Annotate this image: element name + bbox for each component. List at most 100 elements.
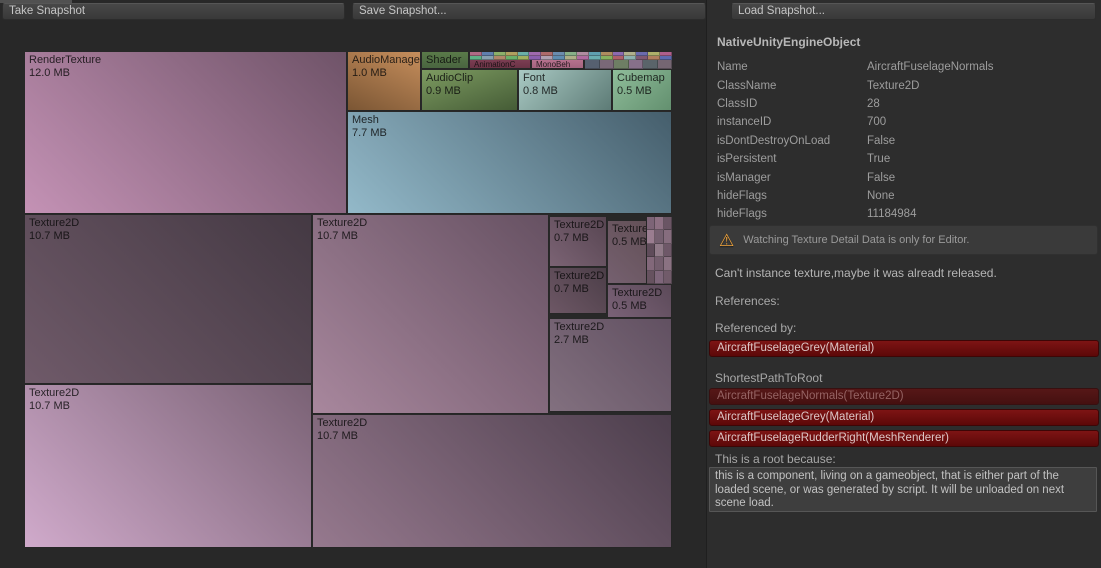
property-value: 28 [867,97,880,110]
treemap-mosaic-cell[interactable] [614,60,629,69]
treemap-mosaic-cell[interactable] [663,257,672,271]
take-snapshot-button[interactable]: Take Snapshot [2,3,345,20]
treemap-mosaic-cell[interactable] [541,56,554,60]
warning-icon: ⚠ [719,230,735,250]
property-row: hideFlags None [717,187,1093,205]
property-row: isDontDestroyOnLoad False [717,132,1093,150]
treemap-block-size: 7.7 MB [352,127,387,139]
treemap-block-label: Font [523,72,546,84]
property-key: hideFlags [717,189,767,202]
treemap-mosaic-cell[interactable] [517,56,530,60]
property-key: isDontDestroyOnLoad [717,134,831,147]
inspector-panel: NativeUnityEngineObject Name AircraftFuse… [706,0,1101,568]
treemap-mosaic-cell[interactable] [481,56,494,60]
property-value: AircraftFuselageNormals [867,61,994,74]
treemap-mosaic-cell[interactable] [529,56,542,60]
treemap-mosaic-cell[interactable] [655,230,664,244]
property-row: ClassID 28 [717,95,1093,113]
treemap-mosaic-cell[interactable] [470,56,482,60]
treemap-block-size: 2.7 MB [554,334,589,346]
treemap-block-size: 10.7 MB [29,400,70,412]
treemap-block-label: Mesh [352,114,379,126]
treemap-mosaic-cell[interactable] [655,217,664,231]
treemap-mosaic-cell[interactable] [647,230,656,244]
property-key: hideFlags [717,208,767,221]
treemap-block-cubemap[interactable]: Cubemap 0.5 MB [613,70,672,111]
load-snapshot-button[interactable]: Load Snapshot... [731,3,1096,20]
treemap-mosaic-cell[interactable] [647,257,656,271]
treemap-block-rendertexture[interactable]: RenderTexture 12.0 MB [25,52,347,214]
treemap-block-texture2d-3[interactable]: Texture2D 10.7 MB [25,385,312,548]
treemap-block-audiomanager[interactable]: AudioManager 1.0 MB [348,52,421,111]
treemap-block-mesh[interactable]: Mesh 7.7 MB [348,112,672,214]
treemap-mosaic-cell[interactable] [663,230,672,244]
treemap-block-label: AnimationC [474,60,516,69]
treemap-mosaic-cell[interactable] [663,217,672,231]
treemap-mosaic-cell[interactable] [657,60,672,69]
treemap-block-label: RenderTexture [29,54,102,66]
referenced-by-list: AircraftFuselageGrey(Material) [709,340,1099,361]
reference-bar[interactable]: AircraftFuselageGrey(Material) [709,340,1099,357]
treemap-mosaic-cell[interactable] [647,243,656,258]
treemap-mosaic-cell[interactable] [647,217,656,231]
treemap-block-label: Texture2D [29,387,80,399]
property-table: Name AircraftFuselageNormals ClassName Text… [717,58,1093,224]
treemap-block-monobehaviour[interactable]: MonoBeh [532,60,584,69]
treemap-block-texture2d-07a[interactable]: Texture2D 0.7 MB [550,217,607,267]
treemap-block-font[interactable]: Font 0.8 MB [519,70,612,111]
property-row: Name AircraftFuselageNormals [717,58,1093,76]
treemap-block-animationclip[interactable]: AnimationC [470,60,531,69]
treemap-block-texture2d-05a[interactable]: Texture2D0.5 MB [608,221,647,284]
treemap-block-label: Texture2D [317,217,368,229]
save-snapshot-button[interactable]: Save Snapshot... [352,3,706,20]
property-value: False [867,134,896,147]
treemap-block-texture2d-4[interactable]: Texture2D 10.7 MB [313,415,672,548]
treemap-block-label: Texture2D [554,270,605,282]
property-value: True [867,153,891,166]
treemap-block-texture2d-27[interactable]: Texture2D 2.7 MB [550,319,672,412]
treemap-mosaic-cell[interactable] [647,270,656,284]
treemap-block-shader[interactable]: Shader [422,52,469,69]
treemap-block-size: 0.5 MB [612,300,647,312]
warning-text: Watching Texture Detail Data is only for… [743,234,970,246]
treemap-mosaic-cell[interactable] [628,60,643,69]
references-label: References: [715,294,780,308]
property-value: 700 [867,116,887,129]
memory-treemap: RenderTexture 12.0 MB AudioManager 1.0 MB Sh… [25,52,672,548]
treemap-mosaic-top-strip[interactable] [470,52,672,60]
property-value: 11184984 [867,208,917,221]
treemap-mosaic-cell[interactable] [663,243,672,258]
treemap-block-label: Shader [426,54,462,66]
treemap-mosaic-cell[interactable] [493,56,506,60]
treemap-mosaic-cell[interactable] [655,243,664,258]
treemap-block-label: Texture2D [29,217,80,229]
property-key: instanceID [717,116,772,129]
treemap-mosaic-cell[interactable] [585,60,600,69]
treemap-block-label: Texture2D [554,321,605,333]
treemap-mosaic-cell[interactable] [655,257,664,271]
treemap-mosaic-cell[interactable] [655,270,664,284]
treemap-mosaic-right-column[interactable] [647,217,672,284]
treemap-block-size: 10.7 MB [317,430,358,442]
treemap-block-texture2d-2[interactable]: Texture2D 10.7 MB [313,215,549,414]
treemap-mosaic-cell[interactable] [505,56,518,60]
treemap-block-size: 0.7 MB [554,283,589,295]
reference-bar[interactable]: AircraftFuselageRudderRight(MeshRenderer… [709,430,1099,447]
reference-bar[interactable]: AircraftFuselageGrey(Material) [709,409,1099,426]
property-key: isPersistent [717,153,777,166]
treemap-mosaic-cell[interactable] [599,60,614,69]
treemap-block-audioclip[interactable]: AudioClip 0.9 MB [422,70,518,111]
property-key: ClassName [717,79,777,92]
reference-bar[interactable]: AircraftFuselageNormals(Texture2D) [709,388,1099,405]
treemap-block-texture2d-1[interactable]: Texture2D 10.7 MB [25,215,312,384]
treemap-block-texture2d-05b[interactable]: Texture2D 0.5 MB [608,285,672,318]
treemap-mosaic-cell[interactable] [553,56,565,60]
treemap-mosaic-cell[interactable] [565,56,577,60]
treemap-mosaic-mid-strip[interactable] [585,60,672,69]
treemap-block-size: 0.5 MB [617,85,652,97]
treemap-block-texture2d-07b[interactable]: Texture2D 0.7 MB [550,268,607,314]
treemap-mosaic-cell[interactable] [643,60,658,69]
property-key: Name [717,61,748,74]
panel-title: NativeUnityEngineObject [717,35,861,49]
treemap-mosaic-cell[interactable] [663,270,672,284]
